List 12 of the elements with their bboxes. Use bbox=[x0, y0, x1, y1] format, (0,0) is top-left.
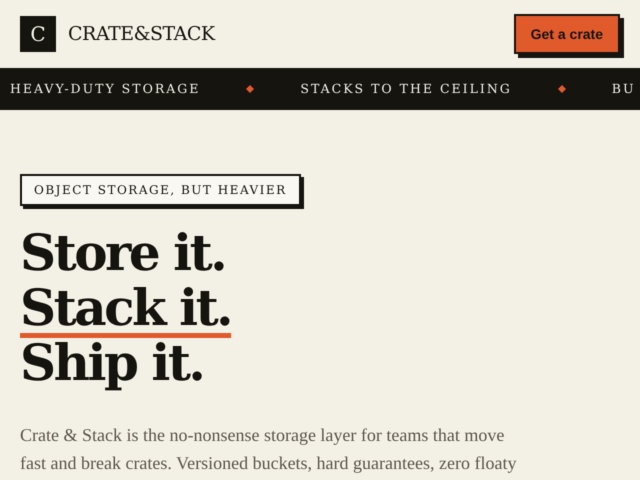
diamond-icon bbox=[246, 85, 254, 93]
headline-line: Ship it. bbox=[20, 338, 204, 393]
diamond-icon bbox=[558, 85, 566, 93]
ticker-item: STACKS TO THE CEILING bbox=[300, 80, 512, 98]
ticker-item: HEAVY-DUTY STORAGE bbox=[10, 80, 200, 98]
headline-line: Stack it. bbox=[20, 283, 232, 338]
eyebrow-tag: OBJECT STORAGE, BUT HEAVIER bbox=[20, 174, 301, 206]
logo-mark: C bbox=[20, 16, 56, 52]
ticker-item: BU bbox=[612, 80, 636, 98]
intro-paragraph: Crate & Stack is the no-nonsense storage layer for teams that move fast and break crates. Versioned buckets, hard guarantees, zero floaty bbox=[20, 424, 518, 475]
headline-line: Store it. bbox=[20, 228, 226, 283]
brand-name: CRATE&STACK bbox=[68, 22, 215, 47]
